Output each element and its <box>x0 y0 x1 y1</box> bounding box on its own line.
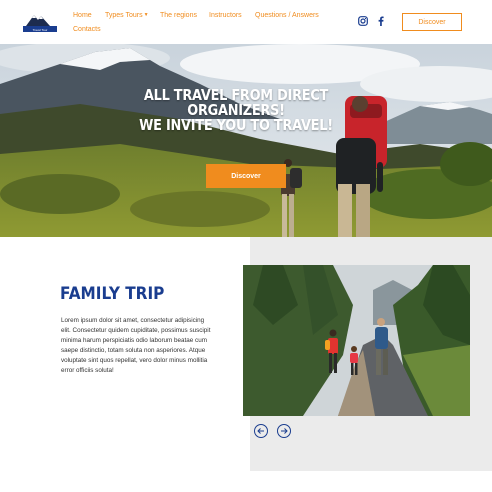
hero-banner: ALL TRAVEL FROM DIRECT ORGANIZERS! WE IN… <box>0 44 492 237</box>
nav-contacts[interactable]: Contacts <box>73 26 101 33</box>
nav-types-tours[interactable]: Types Tours▼ <box>105 12 149 19</box>
nav-questions-answers[interactable]: Questions / Answers <box>255 12 319 19</box>
arrow-right-icon <box>281 428 288 434</box>
site-header: Travel Tour Home Types Tours▼ The region… <box>0 0 492 44</box>
nav-types-tours-label: Types Tours <box>105 12 143 19</box>
section-description: Lorem ipsum dolor sit amet, consectetur … <box>61 317 211 374</box>
nav-the-regions[interactable]: The regions <box>160 12 197 19</box>
carousel-next-button[interactable] <box>277 424 291 438</box>
section-title: FAMILY TRIP <box>60 284 165 304</box>
hero-discover-button[interactable]: Discover <box>206 164 286 188</box>
hero-image <box>0 44 492 237</box>
nav-instructors[interactable]: Instructors <box>209 12 242 19</box>
hero-title: ALL TRAVEL FROM DIRECT ORGANIZERS! WE IN… <box>136 88 336 133</box>
carousel-prev-button[interactable] <box>254 424 268 438</box>
hero-title-line-3: WE INVITE YOU TO TRAVEL! <box>139 116 333 134</box>
chevron-down-icon: ▼ <box>143 12 149 18</box>
nav-home[interactable]: Home <box>73 12 92 19</box>
logo[interactable]: Travel Tour <box>23 12 57 34</box>
logo-text: Travel Tour <box>33 28 48 32</box>
arrow-left-icon <box>257 428 264 434</box>
discover-header-button[interactable]: Discover <box>402 13 462 31</box>
family-trip-photo <box>243 265 470 416</box>
instagram-icon[interactable] <box>358 16 368 26</box>
facebook-icon[interactable] <box>376 16 386 26</box>
